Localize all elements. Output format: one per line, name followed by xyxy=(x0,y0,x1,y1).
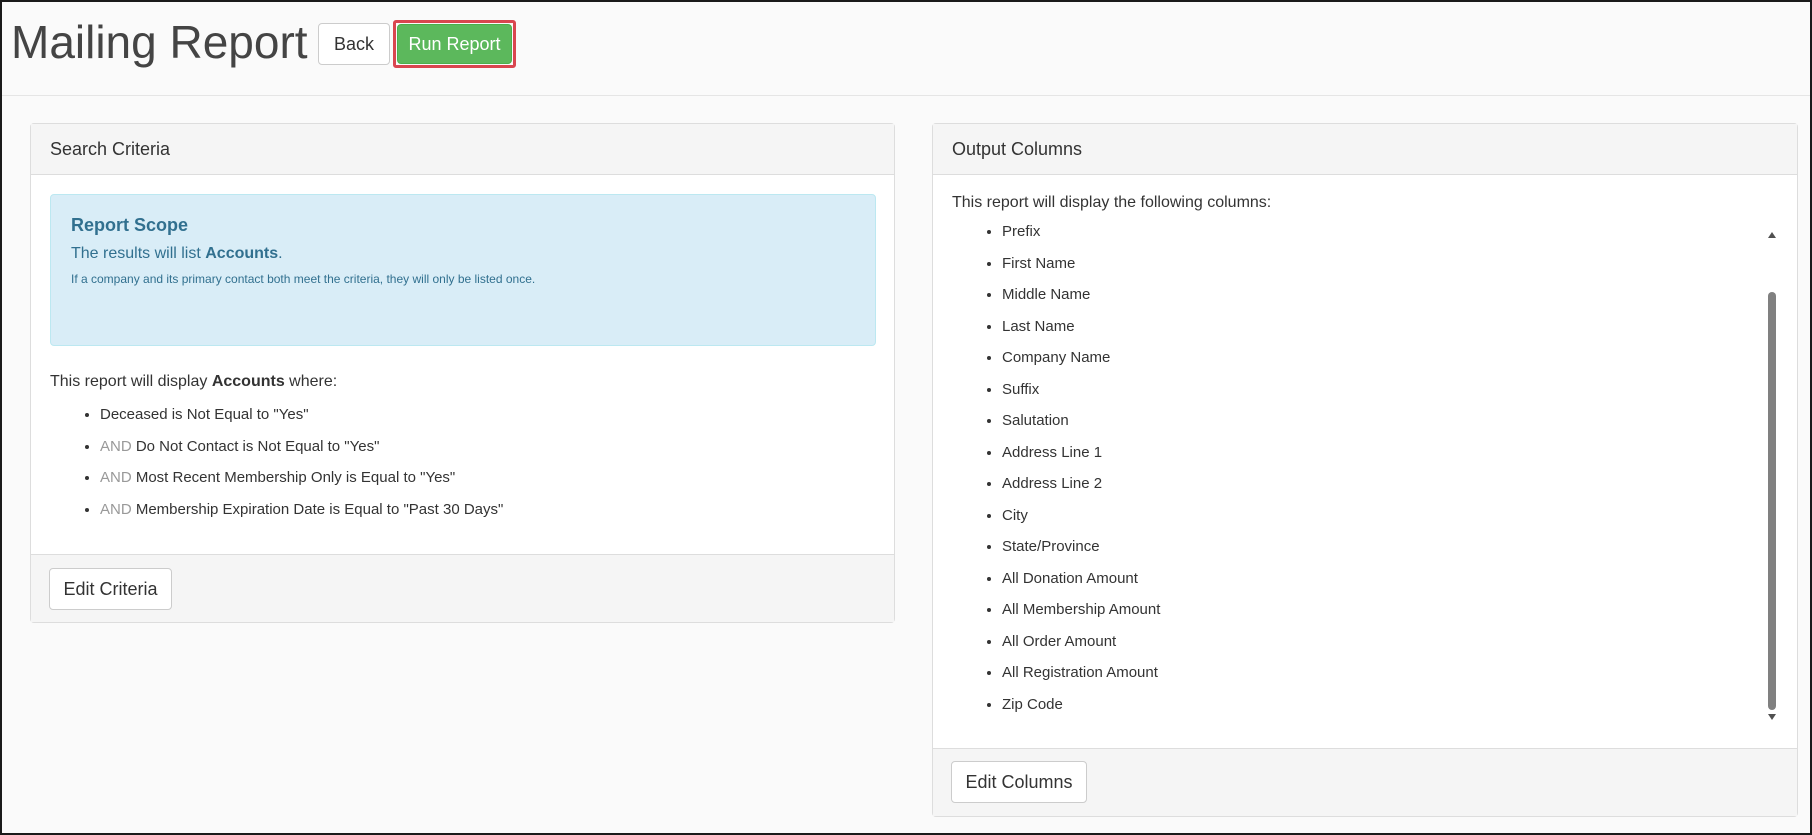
column-item: Prefix xyxy=(1002,221,1160,253)
report-scope-note: If a company and its primary contact bot… xyxy=(71,272,536,286)
report-scope-alert: Report Scope The results will list Accou… xyxy=(50,194,876,346)
column-item: State/Province xyxy=(1002,536,1160,568)
criteria-item: Deceased is Not Equal to "Yes" xyxy=(100,404,503,436)
column-item: Salutation xyxy=(1002,410,1160,442)
criteria-intro: This report will display Accounts where: xyxy=(50,373,337,391)
criteria-intro-prefix: This report will display xyxy=(50,373,212,390)
scroll-down-arrow-icon[interactable] xyxy=(1768,714,1776,720)
search-criteria-panel: Search Criteria Report Scope The results… xyxy=(30,123,895,623)
criteria-conjunction: AND xyxy=(100,500,132,518)
run-report-button[interactable]: Run Report xyxy=(397,24,512,64)
edit-criteria-button[interactable]: Edit Criteria xyxy=(49,568,172,610)
criteria-conjunction: AND xyxy=(100,469,132,486)
output-columns-heading: Output Columns xyxy=(933,124,1797,175)
criteria-intro-entity: Accounts xyxy=(211,373,285,390)
scroll-up-arrow-icon[interactable] xyxy=(1768,232,1776,238)
column-item: All Membership Amount xyxy=(1002,599,1160,631)
column-item: All Registration Amount xyxy=(1002,662,1160,694)
columns-scrollbar[interactable] xyxy=(1765,228,1779,722)
criteria-text: Membership Expiration Date is Equal to "… xyxy=(131,500,504,518)
search-criteria-footer: Edit Criteria xyxy=(31,554,894,622)
column-item: First Name xyxy=(1002,253,1160,285)
search-criteria-heading: Search Criteria xyxy=(31,124,894,175)
criteria-item: AND Membership Expiration Date is Equal … xyxy=(100,499,503,531)
criteria-text: Most Recent Membership Only is Equal to … xyxy=(131,469,456,486)
app-window: Mailing Report Back Run Report Search Cr… xyxy=(0,0,1812,835)
scope-line-suffix: . xyxy=(278,245,283,262)
report-scope-title: Report Scope xyxy=(71,215,189,235)
scrollbar-thumb[interactable] xyxy=(1768,292,1776,710)
column-item: Middle Name xyxy=(1002,284,1160,316)
column-item: Last Name xyxy=(1002,316,1160,348)
columns-intro: This report will display the following c… xyxy=(952,194,1272,211)
column-item: Zip Code xyxy=(1002,694,1160,726)
column-item: All Donation Amount xyxy=(1002,568,1160,600)
page-header: Mailing Report Back Run Report xyxy=(2,2,1810,96)
run-report-highlight: Run Report xyxy=(393,20,516,68)
column-item: Address Line 2 xyxy=(1002,473,1160,505)
columns-list: Prefix First Name Middle Name Last Name … xyxy=(952,221,1160,725)
scope-line-prefix: The results will list xyxy=(71,245,206,262)
output-columns-panel: Output Columns This report will display … xyxy=(932,123,1798,817)
report-scope-line: The results will list Accounts. xyxy=(71,245,855,263)
column-item: All Order Amount xyxy=(1002,631,1160,663)
criteria-item: AND Most Recent Membership Only is Equal… xyxy=(100,467,503,499)
output-columns-footer: Edit Columns xyxy=(933,748,1797,816)
criteria-intro-suffix: where: xyxy=(284,373,338,390)
criteria-conjunction: AND xyxy=(100,437,132,455)
criteria-text: Do Not Contact is Not Equal to "Yes" xyxy=(131,437,380,455)
column-item: Address Line 1 xyxy=(1002,442,1160,474)
scope-line-entity: Accounts xyxy=(205,245,279,262)
criteria-item: AND Do Not Contact is Not Equal to "Yes" xyxy=(100,436,503,468)
column-item: Company Name xyxy=(1002,347,1160,379)
criteria-text: Deceased is Not Equal to "Yes" xyxy=(100,406,309,423)
criteria-list: Deceased is Not Equal to "Yes" AND Do No… xyxy=(50,404,503,530)
column-item: City xyxy=(1002,505,1160,537)
page-title: Mailing Report xyxy=(11,16,308,68)
edit-columns-button[interactable]: Edit Columns xyxy=(951,761,1087,803)
back-button[interactable]: Back xyxy=(318,23,390,65)
column-item: Suffix xyxy=(1002,379,1160,411)
